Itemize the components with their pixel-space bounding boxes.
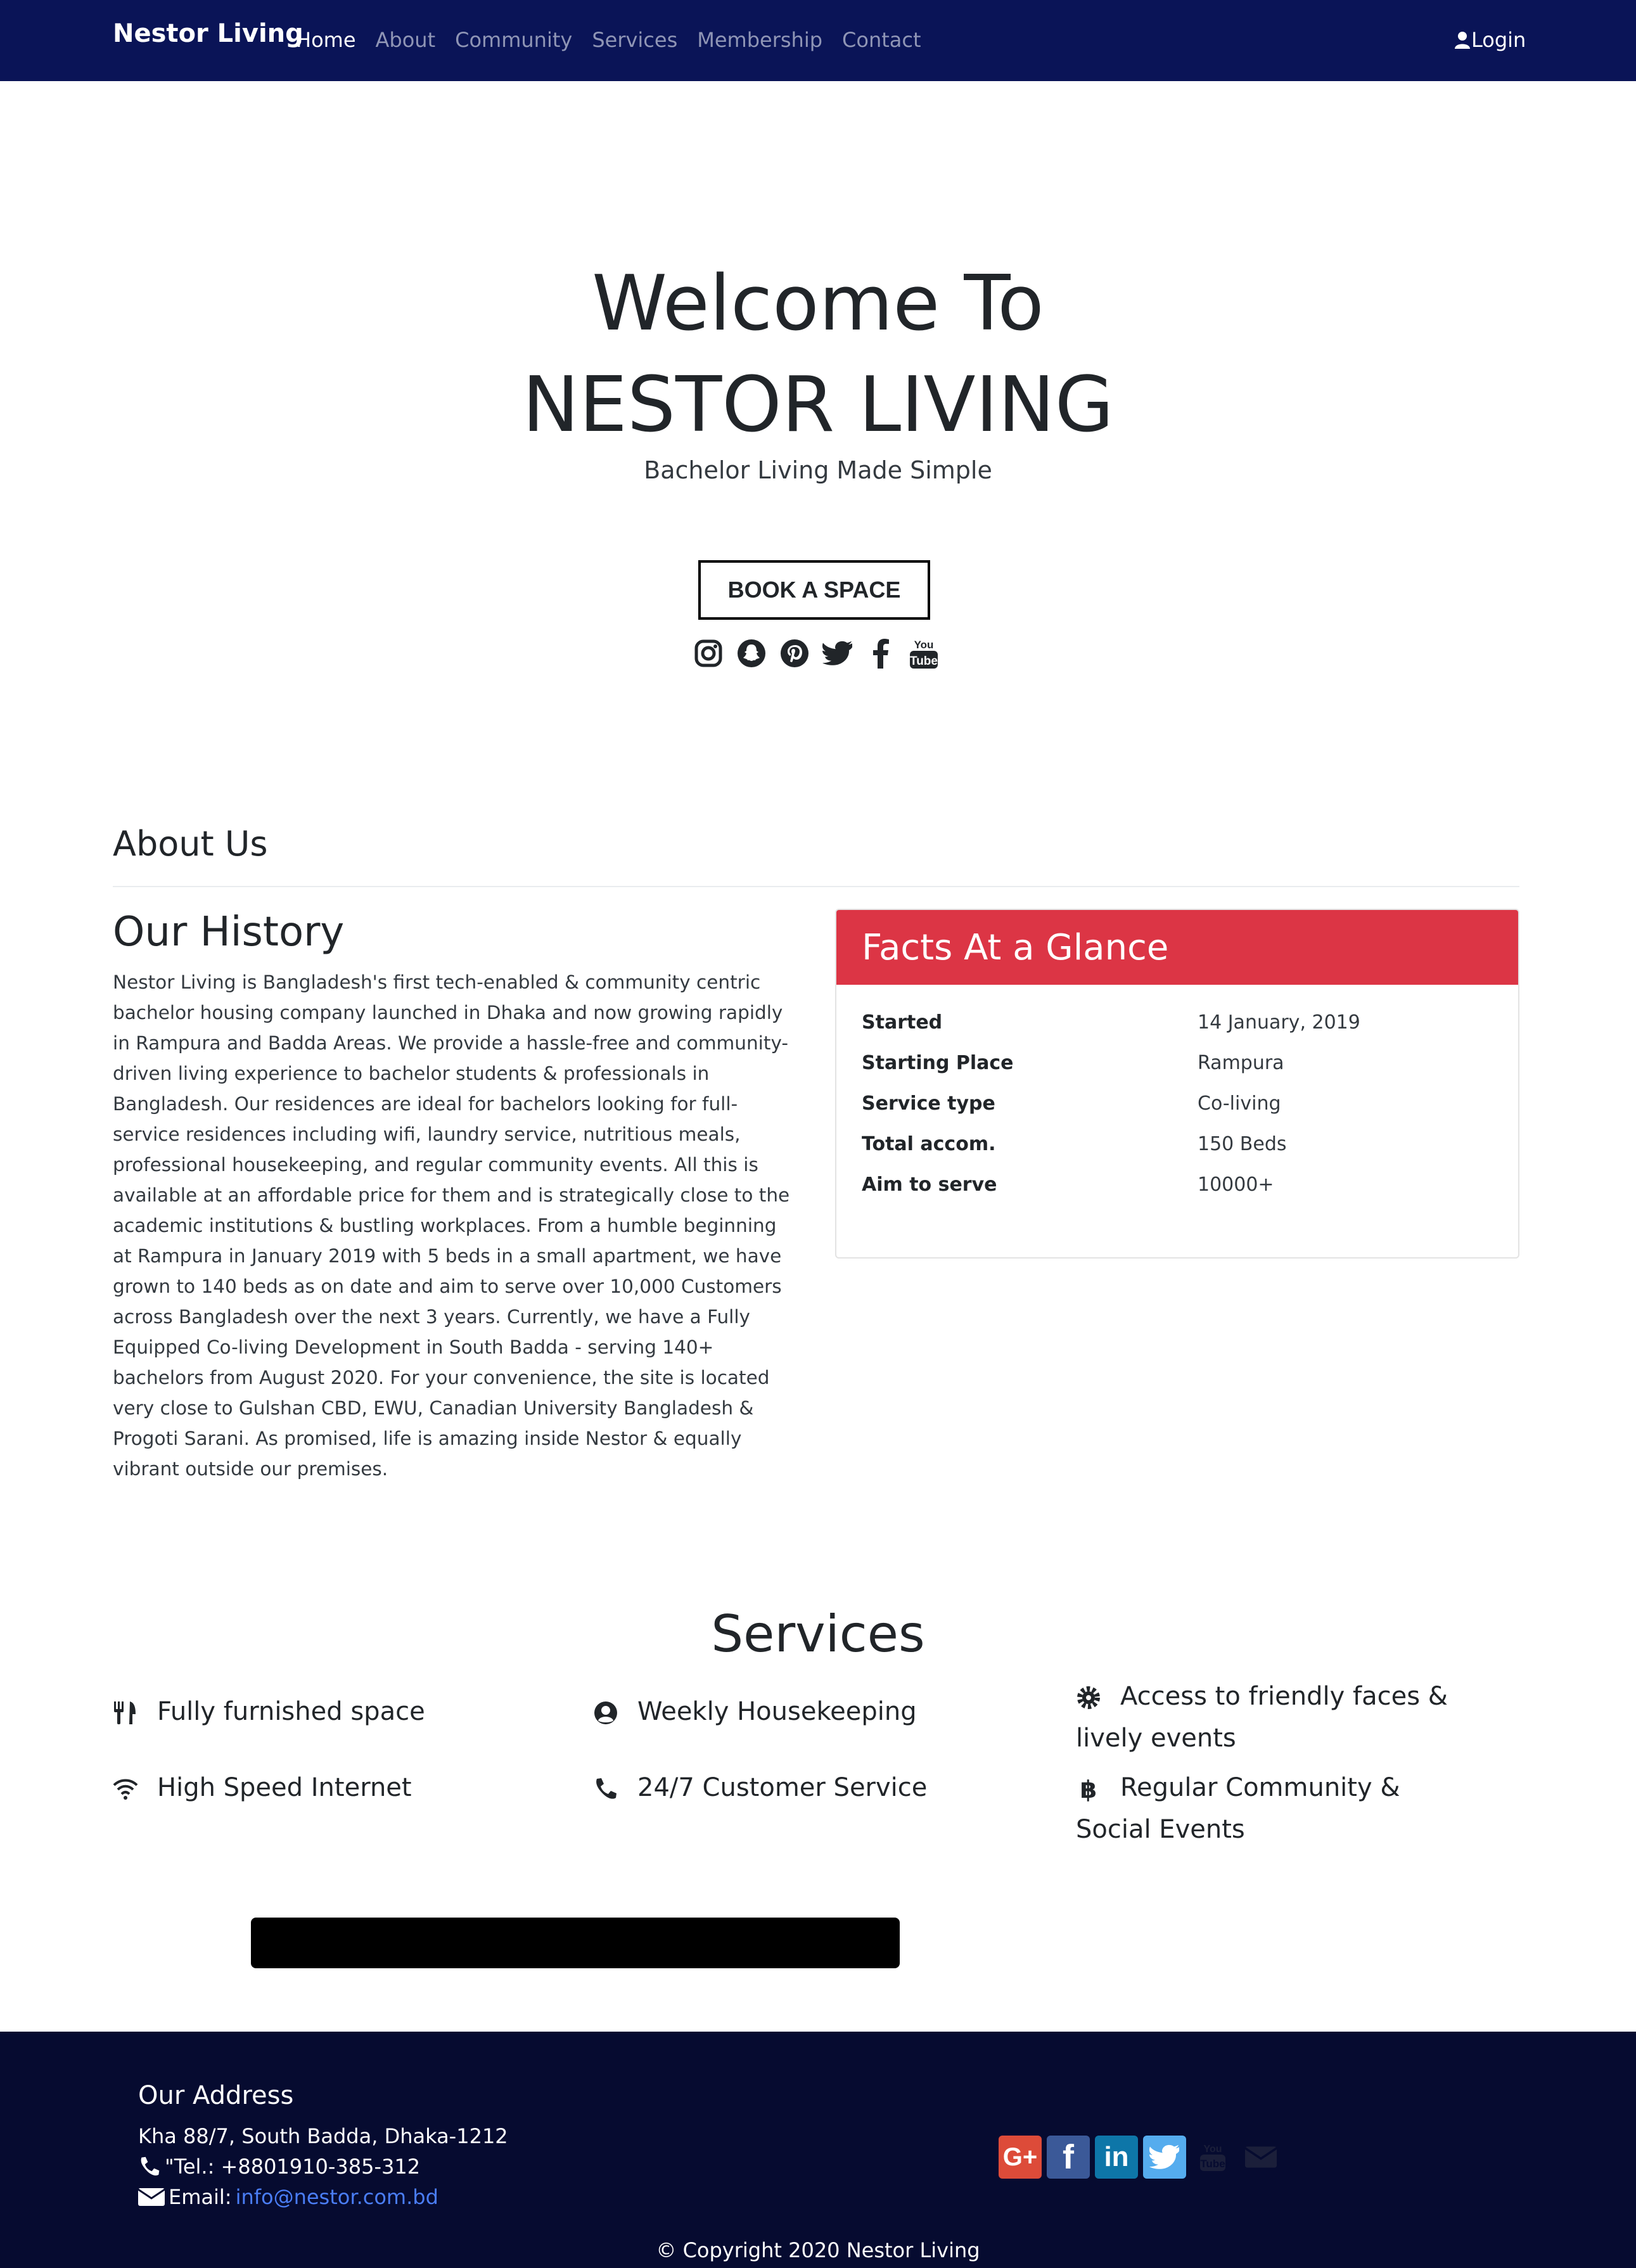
footer-social-icons: G+ f in You Tube bbox=[999, 2136, 1282, 2179]
nav-link-about[interactable]: About bbox=[376, 28, 436, 52]
instagram-icon[interactable] bbox=[693, 637, 724, 670]
footer-email: Email: info@nestor.com.bd bbox=[138, 2185, 438, 2209]
service-item: ฿ Regular Community & Social Events bbox=[1076, 1767, 1469, 1850]
service-item: 24/7 Customer Service bbox=[593, 1767, 1037, 1809]
login-button[interactable]: Login bbox=[1455, 28, 1526, 52]
nav-link-home[interactable]: Home bbox=[296, 28, 356, 52]
svg-text:Tube: Tube bbox=[910, 655, 938, 668]
google-plus-icon[interactable]: G+ bbox=[999, 2136, 1042, 2179]
fact-value: 14 January, 2019 bbox=[1198, 1011, 1360, 1034]
hero-title-line2: NESTOR LIVING bbox=[522, 361, 1114, 449]
fact-value: Co-living bbox=[1198, 1092, 1281, 1115]
hero-social-icons: You Tube bbox=[693, 637, 939, 670]
history-title: Our History bbox=[113, 909, 345, 956]
service-label: Fully furnished space bbox=[157, 1697, 425, 1726]
book-space-button[interactable]: BOOK A SPACE bbox=[698, 560, 930, 620]
svg-text:You: You bbox=[1203, 2144, 1222, 2155]
gear-icon bbox=[1077, 1686, 1100, 1709]
service-item: Weekly Housekeeping bbox=[593, 1691, 1037, 1733]
fact-value: 10000+ bbox=[1198, 1174, 1274, 1196]
service-item: Access to friendly faces & lively events bbox=[1076, 1675, 1519, 1759]
svg-text:฿: ฿ bbox=[1080, 1776, 1097, 1802]
nav-links: Home About Community Services Membership… bbox=[296, 28, 921, 52]
wifi-icon bbox=[113, 1779, 138, 1800]
phone-icon bbox=[596, 1778, 617, 1799]
facebook-icon[interactable] bbox=[866, 637, 896, 670]
utensils-icon bbox=[114, 1701, 136, 1724]
user-icon bbox=[1455, 32, 1470, 49]
services-heading: Services bbox=[711, 1605, 925, 1663]
footer-address: Kha 88/7, South Badda, Dhaka-1212 bbox=[138, 2124, 508, 2148]
fact-value: Rampura bbox=[1198, 1052, 1284, 1074]
service-item: High Speed Internet bbox=[113, 1767, 556, 1809]
service-label: Weekly Housekeeping bbox=[637, 1697, 917, 1726]
fact-key: Service type bbox=[862, 1092, 995, 1115]
login-label: Login bbox=[1471, 28, 1526, 52]
nav-link-membership[interactable]: Membership bbox=[697, 28, 822, 52]
about-heading: About Us bbox=[113, 824, 268, 864]
user-circle-icon bbox=[594, 1701, 617, 1724]
fact-key: Starting Place bbox=[862, 1052, 1014, 1074]
youtube-icon[interactable]: You Tube bbox=[1191, 2136, 1234, 2179]
nav-link-community[interactable]: Community bbox=[455, 28, 572, 52]
brand-logo[interactable]: Nestor Living bbox=[113, 19, 304, 48]
footer-address-text: Kha 88/7, South Badda, Dhaka-1212 bbox=[138, 2124, 508, 2148]
fact-key: Started bbox=[862, 1011, 943, 1034]
youtube-icon[interactable]: You Tube bbox=[909, 637, 939, 670]
footer-email-link[interactable]: info@nestor.com.bd bbox=[236, 2185, 438, 2209]
hero-title-line1: Welcome To bbox=[592, 260, 1044, 348]
footer-email-label: Email: bbox=[169, 2185, 232, 2209]
nav-link-contact[interactable]: Contact bbox=[842, 28, 921, 52]
service-label: Regular Community & Social Events bbox=[1076, 1773, 1400, 1844]
footer-phone-text: "Tel.: +8801910-385-312 bbox=[165, 2155, 421, 2179]
envelope-icon[interactable] bbox=[1239, 2136, 1282, 2179]
footer: Our Address Kha 88/7, South Badda, Dhaka… bbox=[0, 2032, 1636, 2268]
svg-text:Tube: Tube bbox=[1200, 2158, 1225, 2170]
envelope-icon bbox=[138, 2188, 165, 2206]
divider bbox=[113, 886, 1519, 887]
svg-text:You: You bbox=[914, 639, 934, 651]
twitter-icon[interactable] bbox=[1143, 2136, 1186, 2179]
footer-address-title: Our Address bbox=[138, 2081, 294, 2110]
linkedin-icon[interactable]: in bbox=[1095, 2136, 1138, 2179]
service-label: High Speed Internet bbox=[157, 1773, 412, 1802]
history-text: Nestor Living is Bangladesh's first tech… bbox=[113, 971, 790, 1480]
fact-key: Aim to serve bbox=[862, 1174, 997, 1196]
fact-value: 150 Beds bbox=[1198, 1133, 1287, 1155]
hero-subtitle: Bachelor Living Made Simple bbox=[644, 456, 992, 484]
twitter-icon[interactable] bbox=[822, 637, 853, 670]
facts-card: Facts At a Glance Started 14 January, 20… bbox=[835, 909, 1519, 1259]
footer-phone: "Tel.: +8801910-385-312 bbox=[138, 2155, 420, 2179]
copyright: © Copyright 2020 Nestor Living bbox=[656, 2238, 980, 2262]
bitcoin-icon: ฿ bbox=[1080, 1776, 1097, 1802]
navbar: Nestor Living Home About Community Servi… bbox=[0, 0, 1636, 81]
facebook-icon[interactable]: f bbox=[1047, 2136, 1090, 2179]
black-banner bbox=[251, 1918, 900, 1968]
pinterest-icon[interactable] bbox=[779, 637, 810, 670]
service-label: 24/7 Customer Service bbox=[637, 1773, 928, 1802]
phone-icon bbox=[141, 2156, 160, 2175]
nav-link-services[interactable]: Services bbox=[592, 28, 677, 52]
service-item: Fully furnished space bbox=[113, 1691, 556, 1733]
snapchat-icon[interactable] bbox=[736, 637, 767, 670]
facts-title: Facts At a Glance bbox=[836, 910, 1518, 985]
fact-key: Total accom. bbox=[862, 1133, 996, 1155]
service-label: Access to friendly faces & lively events bbox=[1076, 1682, 1448, 1753]
